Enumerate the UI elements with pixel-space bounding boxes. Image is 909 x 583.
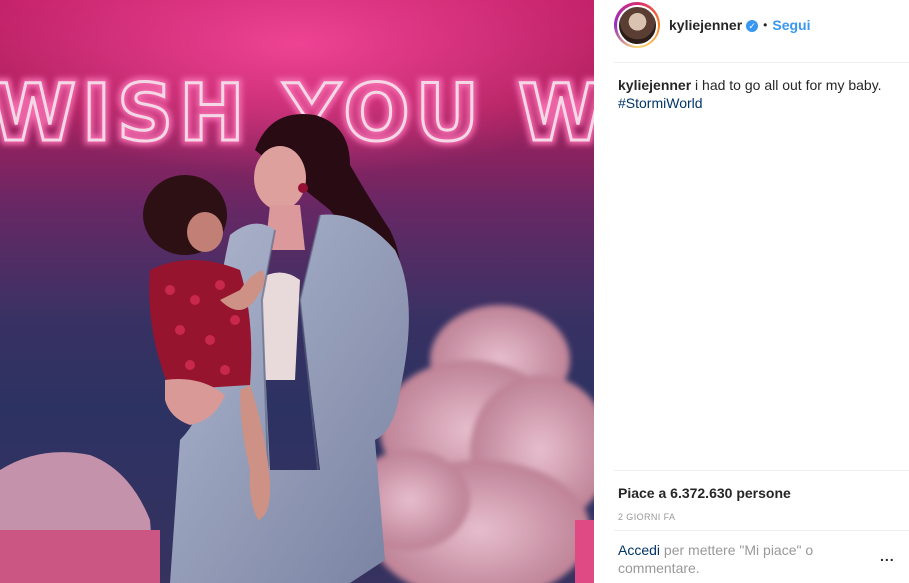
- avatar[interactable]: [616, 4, 658, 46]
- post-timestamp[interactable]: 2 GIORNI FA: [618, 512, 675, 522]
- post-photo[interactable]: WISH YOU WERE WISH YOU WERE: [0, 0, 594, 583]
- hashtag-link[interactable]: #StormiWorld: [618, 94, 903, 112]
- post-caption: kyliejenner i had to go all out for my b…: [618, 76, 903, 112]
- login-prompt: Accedi per mettere "Mi piace" o commenta…: [618, 541, 863, 577]
- profile-avatar-ring[interactable]: [614, 2, 660, 48]
- caption-username-link[interactable]: kyliejenner: [618, 77, 691, 93]
- post-sidebar: kyliejenner ✓ • Segui kyliejenner i had …: [594, 0, 909, 583]
- caption-text: i had to go all out for my baby.: [691, 77, 882, 93]
- comment-divider: [614, 530, 909, 531]
- verified-badge-icon: ✓: [746, 19, 759, 32]
- likes-count[interactable]: Piace a 6.372.630 persone: [618, 485, 791, 501]
- follow-button[interactable]: Segui: [772, 17, 810, 33]
- separator-dot: •: [763, 18, 768, 32]
- actions-divider: [614, 470, 909, 471]
- username-link[interactable]: kyliejenner: [669, 17, 742, 33]
- post-header: kyliejenner ✓ • Segui: [594, 0, 909, 50]
- header-divider: [614, 62, 909, 63]
- login-link[interactable]: Accedi: [618, 542, 660, 558]
- photo-illustration: WISH YOU WERE WISH YOU WERE: [0, 0, 594, 583]
- more-options-icon[interactable]: ...: [880, 548, 895, 564]
